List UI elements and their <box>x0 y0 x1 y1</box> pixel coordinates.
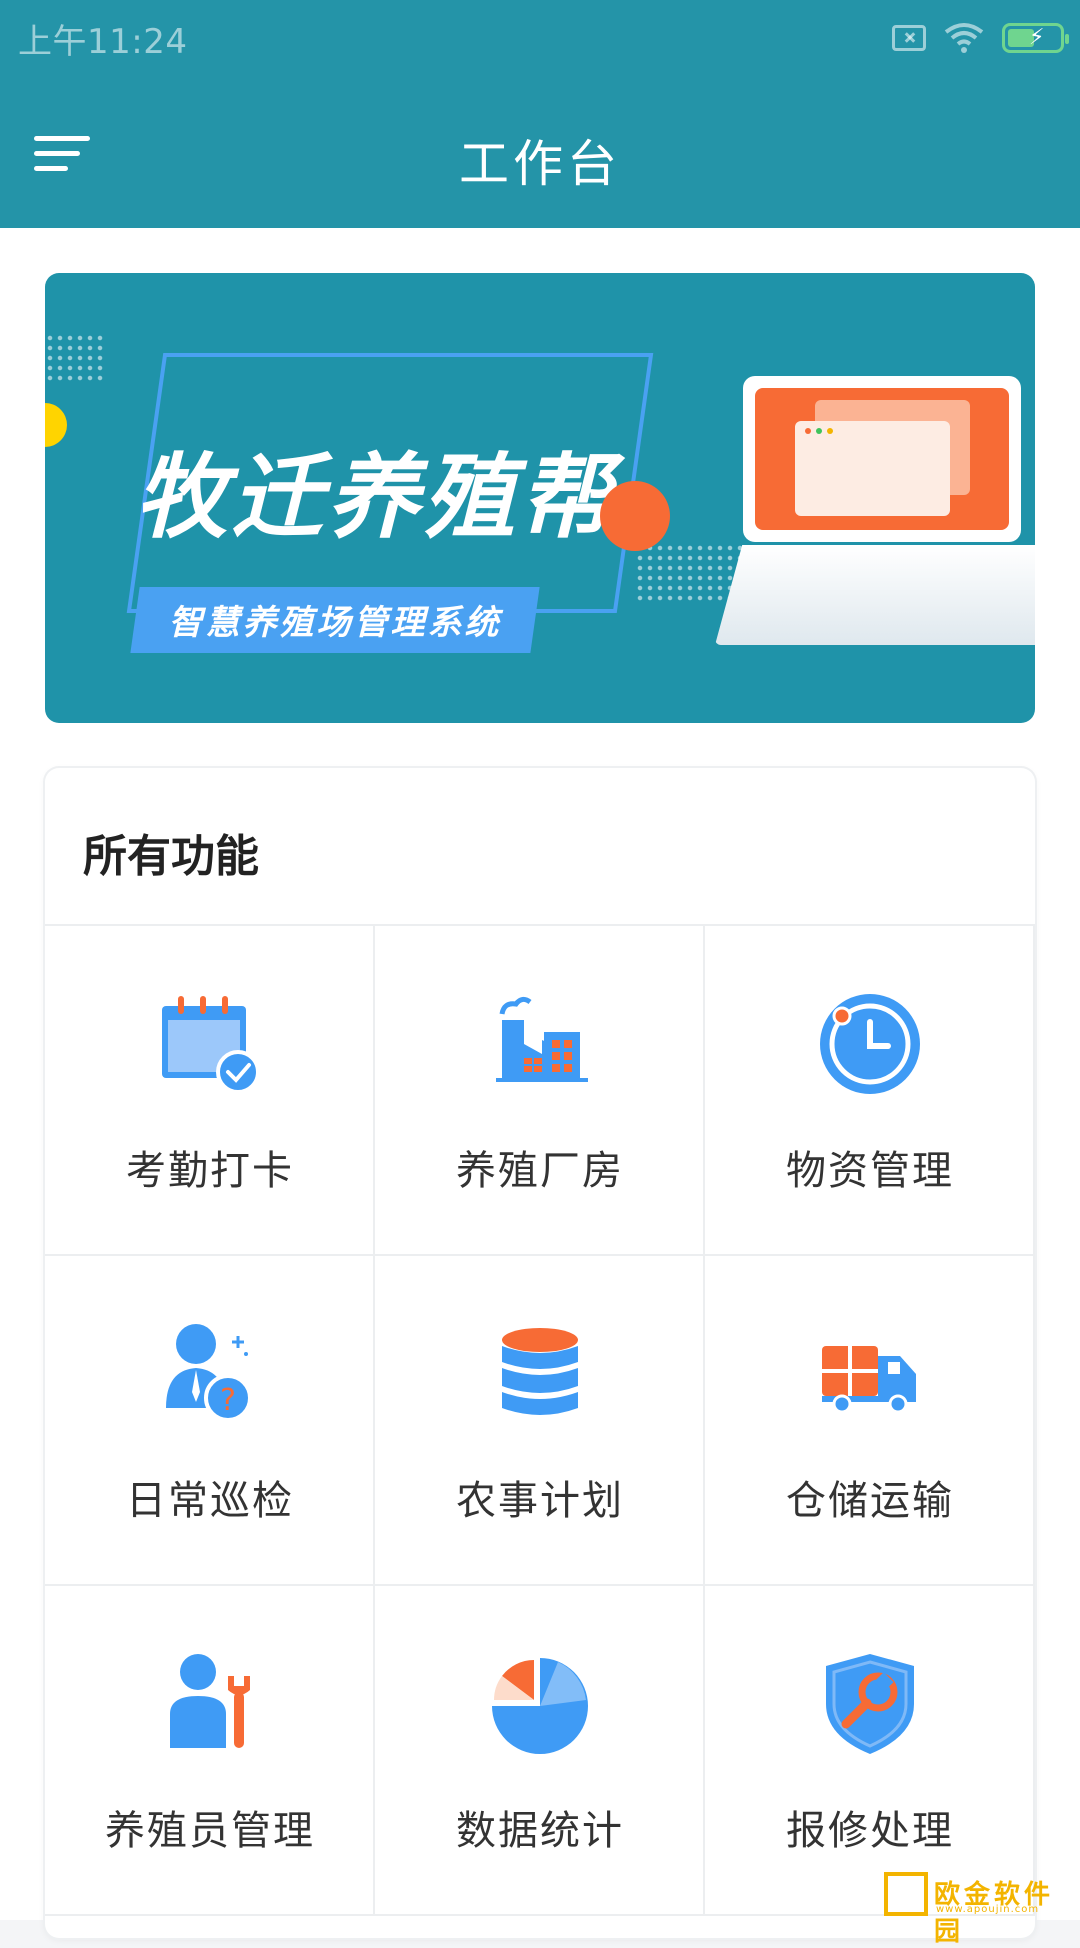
feature-label: 考勤打卡 <box>126 1148 294 1194</box>
window-front <box>795 421 950 516</box>
banner-subtitle: 智慧养殖场管理系统 <box>168 603 502 643</box>
feature-farm-house[interactable]: 养殖厂房 <box>375 926 705 1256</box>
window-dot <box>827 428 833 434</box>
feature-data-statistics[interactable]: 数据统计 <box>375 1586 705 1916</box>
decor-dots <box>45 333 105 383</box>
battery-charging-icon: ⚡ <box>1002 23 1069 53</box>
status-time: 上午11:24 <box>18 22 188 62</box>
app-header: 上午11:24 ⚡ 工作台 <box>0 0 1080 228</box>
laptop-base <box>715 545 1035 645</box>
feature-farm-plan[interactable]: 农事计划 <box>375 1256 705 1586</box>
feature-attendance[interactable]: 考勤打卡 <box>45 926 375 1256</box>
factory-icon <box>496 996 588 1082</box>
wifi-icon <box>944 23 984 53</box>
feature-label: 养殖厂房 <box>456 1148 624 1194</box>
feature-label: 仓储运输 <box>786 1478 954 1524</box>
feature-label: 数据统计 <box>456 1808 624 1854</box>
page-title: 工作台 <box>459 135 621 193</box>
feature-label: 日常巡检 <box>126 1478 294 1524</box>
decor-orange-dot <box>600 481 670 551</box>
feature-repair-handling[interactable]: 报修处理 <box>705 1586 1035 1916</box>
feature-label: 物资管理 <box>786 1148 954 1194</box>
clock-icon <box>820 994 920 1094</box>
delivery-truck-icon <box>822 1346 916 1414</box>
feature-materials[interactable]: 物资管理 <box>705 926 1035 1256</box>
inspector-question-icon: ? <box>166 1324 252 1422</box>
feature-label: 养殖员管理 <box>105 1808 315 1854</box>
no-sim-icon <box>892 25 926 51</box>
watermark-logo: 欧金软件园 www.apoujin.com <box>884 1872 1074 1947</box>
feature-label: 报修处理 <box>786 1808 954 1854</box>
banner-title: 牧迁养殖帮 <box>134 444 615 551</box>
feature-storage-transport[interactable]: 仓储运输 <box>705 1256 1035 1586</box>
window-dot <box>805 428 811 434</box>
section-title: 所有功能 <box>83 831 259 882</box>
calendar-check-icon <box>162 996 260 1094</box>
status-icons: ⚡ <box>892 18 1069 58</box>
features-card: 所有功能 考勤打卡 养殖厂房 物资管理 ? 日常巡检 农事计划 仓储运输 养殖员… <box>45 768 1035 1938</box>
watermark-icon <box>884 1872 928 1916</box>
pie-chart-icon <box>492 1658 588 1754</box>
watermark-url: www.apoujin.com <box>936 1904 1040 1915</box>
feature-breeder-management[interactable]: 养殖员管理 <box>45 1586 375 1916</box>
svg-text:?: ? <box>220 1383 236 1418</box>
feature-label: 农事计划 <box>456 1478 624 1524</box>
promo-banner[interactable]: 牧迁养殖帮 智慧养殖场管理系统 <box>45 273 1035 723</box>
window-dot <box>816 428 822 434</box>
worker-wrench-icon <box>170 1654 250 1748</box>
database-icon <box>502 1328 578 1415</box>
decor-yellow-dot <box>45 403 67 447</box>
status-bar: 上午11:24 ⚡ <box>0 0 1080 76</box>
feature-inspection[interactable]: ? 日常巡检 <box>45 1256 375 1586</box>
shield-wrench-icon <box>826 1654 914 1754</box>
